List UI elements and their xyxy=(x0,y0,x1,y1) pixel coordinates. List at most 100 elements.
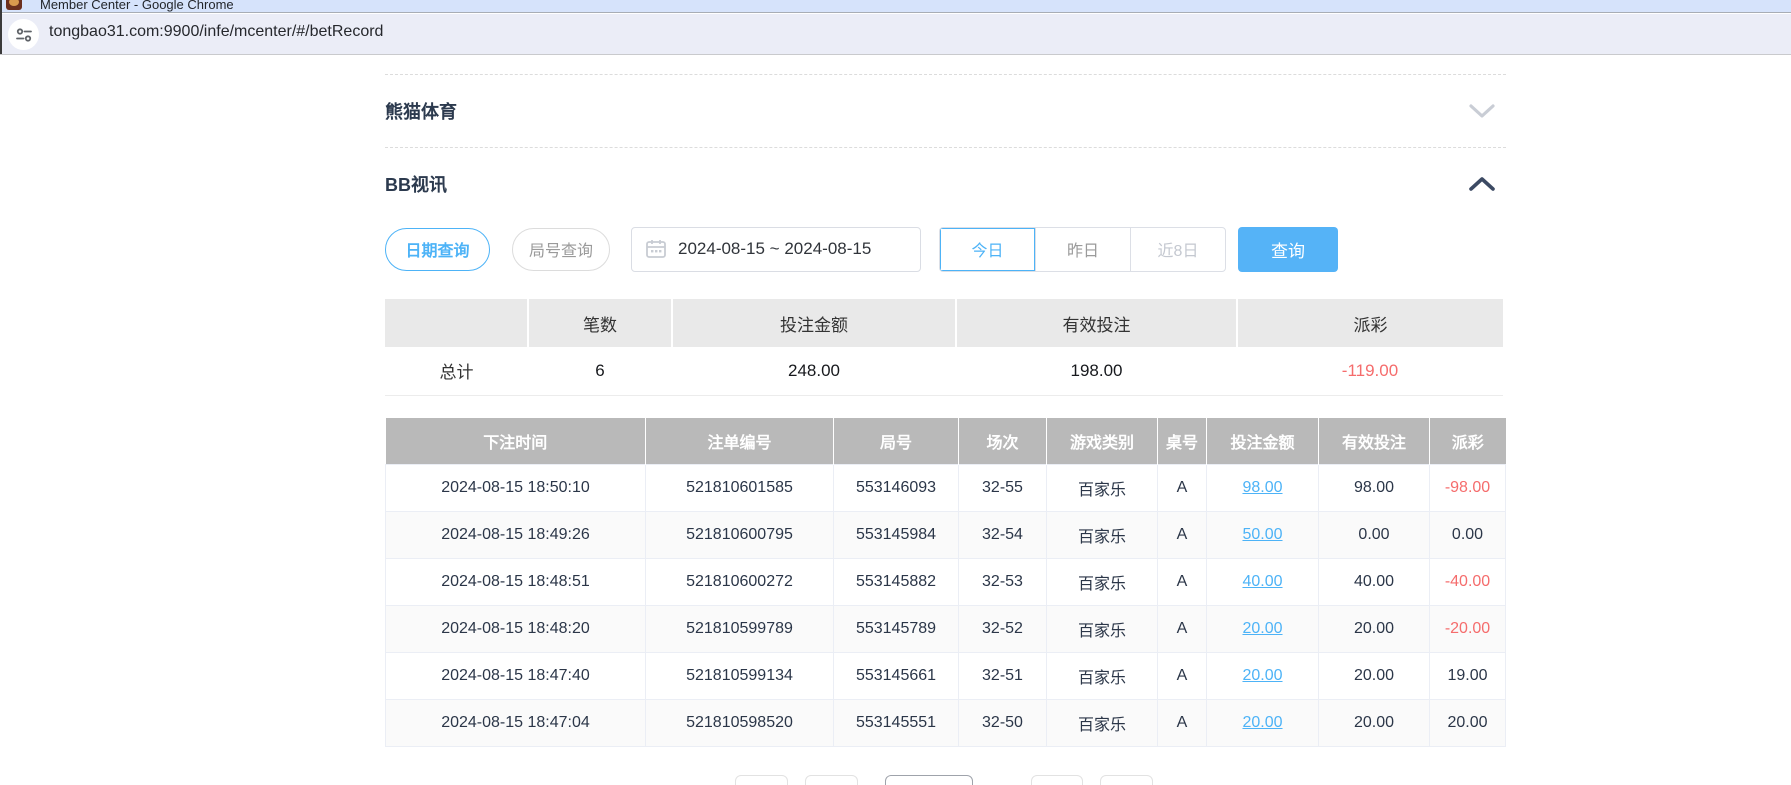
table-row: 2024-08-15 18:48:51521810600272553145882… xyxy=(386,559,1506,606)
round-query-tab[interactable]: 局号查询 xyxy=(512,228,610,271)
bet-amount-link[interactable]: 20.00 xyxy=(1242,667,1282,684)
table-header-cell: 注单编号 xyxy=(646,418,834,465)
pagination xyxy=(385,775,1506,785)
table-cell: 20.00 xyxy=(1319,606,1430,653)
table-cell: A xyxy=(1158,606,1207,653)
table-cell: 40.00 xyxy=(1319,559,1430,606)
window-edge xyxy=(0,0,2,54)
last-8-days-button[interactable]: 近8日 xyxy=(1130,228,1225,271)
table-cell: 521810599134 xyxy=(646,653,834,700)
table-cell: 32-52 xyxy=(959,606,1047,653)
site-settings-icon xyxy=(15,26,33,44)
window-titlebar: Member Center - Google Chrome xyxy=(0,0,1791,13)
date-range-value: 2024-08-15 ~ 2024-08-15 xyxy=(678,239,871,259)
date-range-input[interactable]: 2024-08-15 ~ 2024-08-15 xyxy=(631,227,921,272)
date-query-tab[interactable]: 日期查询 xyxy=(385,228,490,271)
pagination-button[interactable] xyxy=(1031,775,1083,785)
bet-amount-link[interactable]: 20.00 xyxy=(1242,714,1282,731)
pagination-button[interactable] xyxy=(805,775,858,785)
table-cell: 521810601585 xyxy=(646,465,834,512)
site-favicon xyxy=(6,0,22,10)
table-cell: 0.00 xyxy=(1319,512,1430,559)
table-header-cell: 桌号 xyxy=(1158,418,1207,465)
bet-amount-link[interactable]: 20.00 xyxy=(1242,620,1282,637)
chevron-up-icon[interactable] xyxy=(1468,176,1496,192)
bet-amount-link[interactable]: 98.00 xyxy=(1242,479,1282,496)
table-row: 2024-08-15 18:48:20521810599789553145789… xyxy=(386,606,1506,653)
table-cell: 32-55 xyxy=(959,465,1047,512)
table-cell: 2024-08-15 18:47:40 xyxy=(386,653,646,700)
table-row: 2024-08-15 18:47:04521810598520553145551… xyxy=(386,700,1506,747)
window-title: Member Center - Google Chrome xyxy=(40,0,234,12)
table-cell: 32-50 xyxy=(959,700,1047,747)
table-cell: 98.00 xyxy=(1207,465,1319,512)
table-row: 2024-08-15 18:49:26521810600795553145984… xyxy=(386,512,1506,559)
summary-cell: 198.00 xyxy=(956,347,1237,395)
table-cell: 40.00 xyxy=(1207,559,1319,606)
table-cell: -20.00 xyxy=(1430,606,1506,653)
table-cell: 98.00 xyxy=(1319,465,1430,512)
table-cell: 521810600795 xyxy=(646,512,834,559)
table-cell: 32-53 xyxy=(959,559,1047,606)
chevron-down-icon[interactable] xyxy=(1468,103,1496,119)
table-cell: 50.00 xyxy=(1207,512,1319,559)
table-cell: 521810599789 xyxy=(646,606,834,653)
site-settings-button[interactable] xyxy=(8,19,39,50)
table-cell: 553145661 xyxy=(834,653,959,700)
table-cell: -40.00 xyxy=(1430,559,1506,606)
pagination-button[interactable] xyxy=(1100,775,1153,785)
table-cell: 20.00 xyxy=(1207,700,1319,747)
table-cell: 553145984 xyxy=(834,512,959,559)
table-cell: 20.00 xyxy=(1207,653,1319,700)
table-header-cell: 投注金额 xyxy=(1207,418,1319,465)
table-cell: 521810600272 xyxy=(646,559,834,606)
bet-amount-link[interactable]: 50.00 xyxy=(1242,526,1282,543)
table-cell: 百家乐 xyxy=(1047,700,1158,747)
pagination-button[interactable] xyxy=(735,775,788,785)
table-cell: 百家乐 xyxy=(1047,559,1158,606)
table-row: 2024-08-15 18:50:10521810601585553146093… xyxy=(386,465,1506,512)
section-header-bb-video[interactable]: BB视讯 xyxy=(385,148,1506,220)
table-cell: 百家乐 xyxy=(1047,606,1158,653)
table-cell: A xyxy=(1158,700,1207,747)
search-button[interactable]: 查询 xyxy=(1238,227,1338,272)
table-cell: 553146093 xyxy=(834,465,959,512)
table-cell: 20.00 xyxy=(1319,653,1430,700)
summary-header-cell xyxy=(385,299,528,347)
table-header-cell: 场次 xyxy=(959,418,1047,465)
table-header-cell: 派彩 xyxy=(1430,418,1506,465)
table-cell: 19.00 xyxy=(1430,653,1506,700)
bet-record-table: 下注时间注单编号局号场次游戏类别桌号投注金额有效投注派彩 2024-08-15 … xyxy=(385,418,1506,748)
table-cell: A xyxy=(1158,465,1207,512)
table-cell: 553145551 xyxy=(834,700,959,747)
table-cell: 2024-08-15 18:48:51 xyxy=(386,559,646,606)
table-cell: 20.00 xyxy=(1207,606,1319,653)
url-text[interactable]: tongbao31.com:9900/infe/mcenter/#/betRec… xyxy=(49,23,383,41)
table-cell: 2024-08-15 18:48:20 xyxy=(386,606,646,653)
pagination-page-size-select[interactable] xyxy=(885,775,973,785)
today-button[interactable]: 今日 xyxy=(940,228,1035,271)
bet-amount-link[interactable]: 40.00 xyxy=(1242,573,1282,590)
table-cell: A xyxy=(1158,653,1207,700)
summary-cell: 6 xyxy=(528,347,672,395)
summary-header-cell: 笔数 xyxy=(528,299,672,347)
summary-total-row: 总计6248.00198.00-119.00 xyxy=(385,347,1503,395)
table-cell: 0.00 xyxy=(1430,512,1506,559)
table-cell: -98.00 xyxy=(1430,465,1506,512)
table-cell: 553145789 xyxy=(834,606,959,653)
summary-header-cell: 派彩 xyxy=(1237,299,1503,347)
section-header-panda-sports[interactable]: 熊猫体育 xyxy=(385,75,1506,147)
table-header-row: 下注时间注单编号局号场次游戏类别桌号投注金额有效投注派彩 xyxy=(386,418,1506,465)
table-cell: 2024-08-15 18:47:04 xyxy=(386,700,646,747)
table-header-cell: 游戏类别 xyxy=(1047,418,1158,465)
table-cell: 百家乐 xyxy=(1047,465,1158,512)
yesterday-button[interactable]: 昨日 xyxy=(1035,228,1130,271)
calendar-icon xyxy=(645,238,667,260)
table-cell: A xyxy=(1158,559,1207,606)
table-cell: 百家乐 xyxy=(1047,653,1158,700)
table-header-cell: 有效投注 xyxy=(1319,418,1430,465)
browser-address-bar[interactable]: tongbao31.com:9900/infe/mcenter/#/betRec… xyxy=(0,14,1791,55)
table-cell: 20.00 xyxy=(1319,700,1430,747)
table-cell: 20.00 xyxy=(1430,700,1506,747)
section-title: 熊猫体育 xyxy=(385,98,457,124)
